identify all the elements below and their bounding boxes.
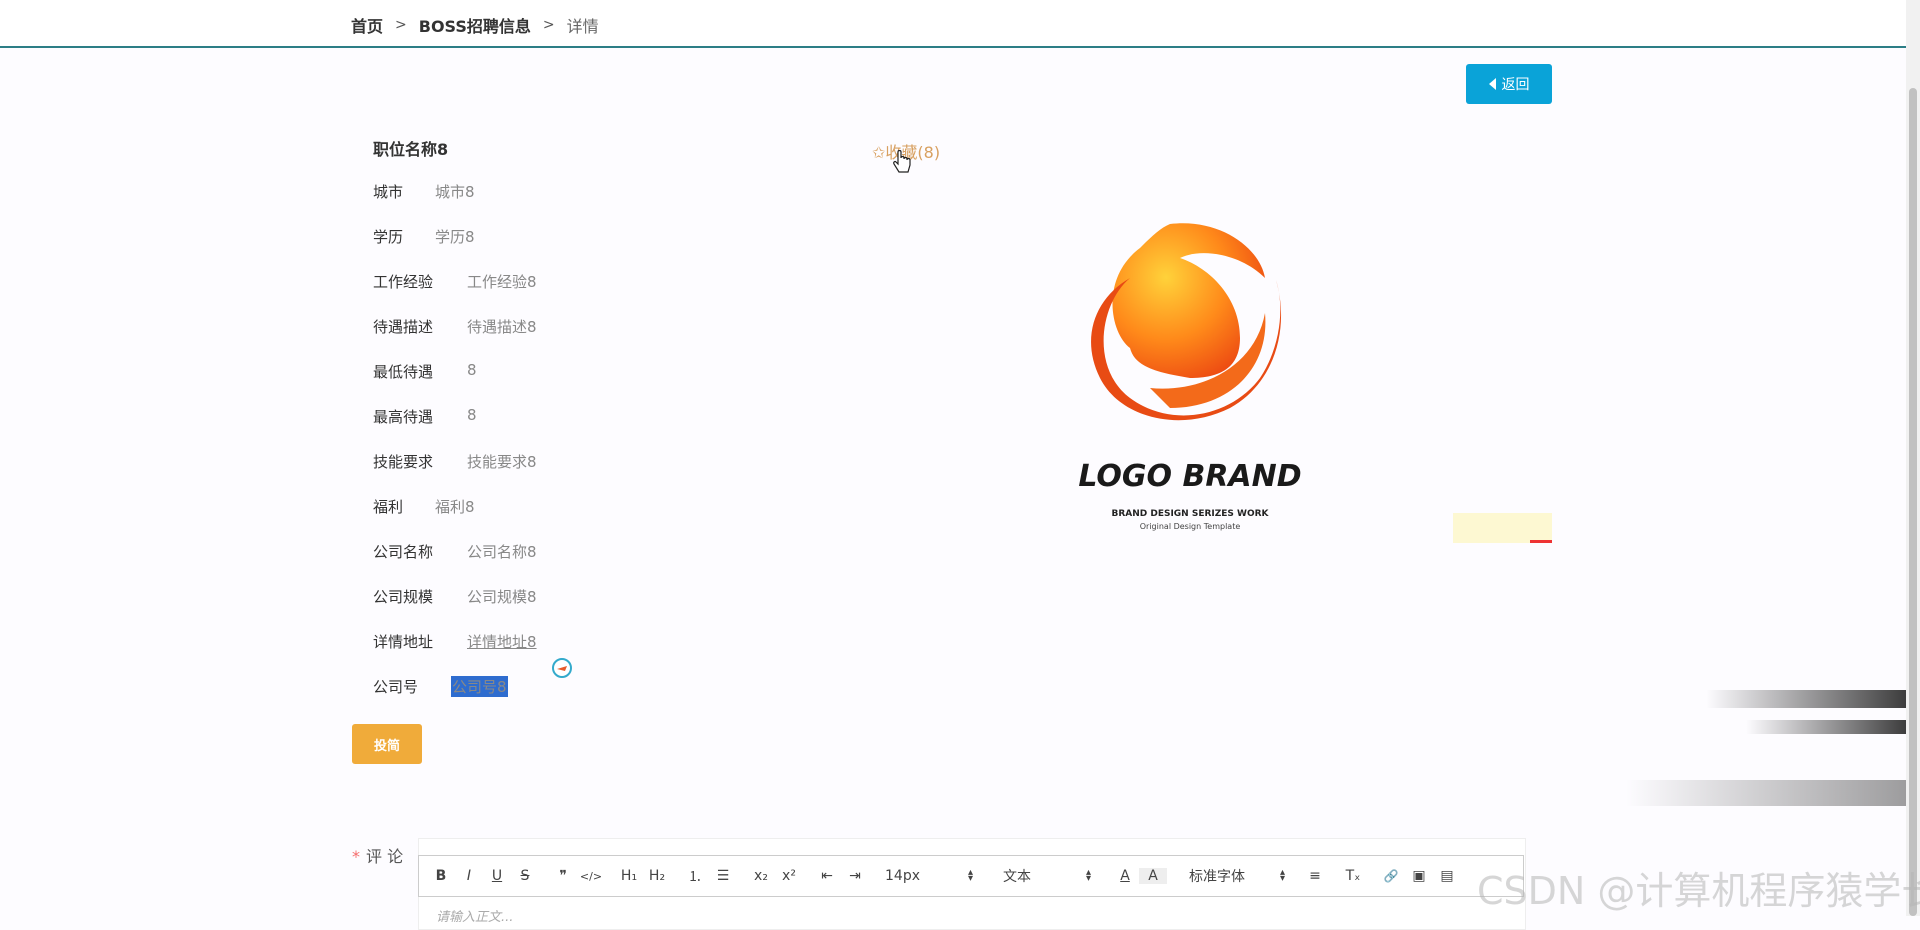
- logo-title: LOGO BRAND: [1078, 459, 1301, 494]
- font-family-value: 标准字体: [1189, 869, 1245, 885]
- field-value: 8: [467, 406, 477, 424]
- field-benefit-desc: 待遇描述 待遇描述8: [373, 316, 537, 337]
- link-icon[interactable]: 🔗: [1377, 869, 1405, 883]
- italic-button[interactable]: I: [455, 868, 483, 884]
- field-label: 工作经验: [373, 273, 434, 291]
- quote-icon[interactable]: ❞: [549, 868, 577, 884]
- field-company-no: 公司号 公司号8: [373, 676, 508, 697]
- logo-edge-highlight: [1453, 513, 1552, 543]
- superscript-button[interactable]: x²: [775, 868, 803, 884]
- field-value: 工作经验8: [467, 273, 537, 291]
- image-icon[interactable]: ▣: [1405, 868, 1433, 884]
- select-arrows-icon: ▴ ▾: [967, 867, 973, 884]
- comment-label-text: 评 论: [366, 847, 404, 866]
- hand-cursor-icon: [893, 150, 911, 173]
- logo-subtitle: BRAND DESIGN SERIZES WORK: [1111, 509, 1269, 519]
- field-label: 福利: [373, 498, 404, 516]
- job-title: 职位名称8: [373, 140, 449, 159]
- format-value: 文本: [1003, 869, 1031, 885]
- bold-button[interactable]: B: [427, 868, 455, 884]
- field-value: 技能要求8: [467, 453, 537, 471]
- field-label: 最低待遇: [373, 363, 434, 381]
- back-button[interactable]: 返回: [1466, 64, 1552, 104]
- field-company-name: 公司名称 公司名称8: [373, 541, 537, 562]
- breadcrumb-home[interactable]: 首页: [351, 13, 383, 37]
- subscript-button[interactable]: x₂: [747, 868, 775, 884]
- ordered-list-icon[interactable]: ⒈: [681, 866, 709, 886]
- back-button-label: 返回: [1501, 77, 1530, 93]
- field-value: 城市8: [435, 183, 475, 201]
- video-icon[interactable]: ▤: [1433, 868, 1461, 884]
- field-value: 公司名称8: [467, 543, 537, 561]
- logo-tagline: Original Design Template: [1140, 522, 1241, 531]
- field-label: 公司规模: [373, 588, 434, 606]
- field-company-size: 公司规模 公司规模8: [373, 586, 537, 607]
- company-logo: LOGO BRAND BRAND DESIGN SERIZES WORK Ori…: [1040, 218, 1340, 538]
- field-welfare: 福利 福利8: [373, 496, 475, 517]
- field-label: 待遇描述: [373, 318, 434, 336]
- watermark: CSDN @计算机程序猿学长: [1477, 869, 1920, 913]
- background-color-icon[interactable]: A: [1139, 868, 1167, 884]
- code-icon[interactable]: </>: [577, 870, 605, 883]
- indent-icon[interactable]: ⇥: [841, 868, 869, 884]
- clear-format-icon[interactable]: Tₓ: [1339, 868, 1367, 884]
- field-label: 公司号: [373, 678, 419, 696]
- back-arrow-icon: [1488, 78, 1496, 90]
- font-size-select[interactable]: 14px ▴ ▾: [885, 867, 973, 885]
- h2-button[interactable]: H₂: [643, 868, 671, 884]
- overlay-shadow: [1706, 690, 1906, 708]
- breadcrumb-boss-list[interactable]: BOSS招聘信息: [419, 13, 531, 37]
- apply-button[interactable]: 投简: [352, 724, 422, 764]
- field-value-selected: 公司号8: [451, 676, 508, 697]
- editor-toolbar: B I U S ❞ </> H₁ H₂ ⒈ ☰ x₂ x² ⇤ ⇥ 14px ▴…: [418, 855, 1524, 897]
- outdent-icon[interactable]: ⇤: [813, 868, 841, 884]
- scrollbar-thumb[interactable]: [1909, 88, 1917, 916]
- field-label: 技能要求: [373, 453, 434, 471]
- field-education: 学历 学历8: [373, 226, 475, 247]
- field-label: 学历: [373, 228, 404, 246]
- field-value: 福利8: [435, 498, 475, 516]
- job-info: 职位名称8 城市 城市8 学历 学历8 工作经验 工作经验8 待遇描述 待遇描述…: [373, 136, 537, 697]
- logo-flame-icon: LOGO BRAND BRAND DESIGN SERIZES WORK Ori…: [1078, 223, 1302, 531]
- format-select[interactable]: 文本 ▴ ▾: [1003, 866, 1091, 886]
- field-min-salary: 最低待遇 8: [373, 361, 477, 382]
- select-arrows-icon: ▴ ▾: [1085, 867, 1091, 884]
- field-value: 学历8: [435, 228, 475, 246]
- field-label: 城市: [373, 183, 404, 201]
- field-value: 待遇描述8: [467, 318, 537, 336]
- overlay-shadow: [1626, 780, 1906, 806]
- select-arrows-icon: ▴ ▾: [1279, 867, 1285, 884]
- bullet-list-icon[interactable]: ☰: [709, 868, 737, 884]
- field-value: 8: [467, 361, 477, 379]
- breadcrumb: 首页 > BOSS招聘信息 > 详情: [351, 13, 599, 37]
- h1-button[interactable]: H₁: [615, 868, 643, 884]
- field-value[interactable]: 详情地址8: [467, 631, 537, 652]
- font-family-select[interactable]: 标准字体 ▴ ▾: [1189, 866, 1285, 886]
- field-label: 公司名称: [373, 543, 434, 561]
- field-experience: 工作经验 工作经验8: [373, 271, 537, 292]
- field-max-salary: 最高待遇 8: [373, 406, 477, 427]
- breadcrumb-current: 详情: [566, 17, 599, 36]
- required-mark: *: [352, 847, 360, 866]
- field-label: 详情地址: [373, 633, 434, 651]
- field-label: 最高待遇: [373, 408, 434, 426]
- top-bar: 首页 > BOSS招聘信息 > 详情: [0, 0, 1906, 48]
- field-skills: 技能要求 技能要求8: [373, 451, 537, 472]
- breadcrumb-separator: >: [395, 17, 407, 33]
- overlay-shadow: [1746, 720, 1906, 734]
- breadcrumb-separator: >: [542, 17, 555, 33]
- comment-label: * 评 论: [352, 843, 403, 867]
- font-size-value: 14px: [885, 868, 920, 884]
- field-address: 详情地址 详情地址8: [373, 631, 537, 652]
- field-city: 城市 城市8: [373, 181, 475, 202]
- strike-button[interactable]: S: [511, 868, 539, 884]
- align-icon[interactable]: ≡: [1301, 868, 1329, 884]
- text-color-icon[interactable]: A: [1111, 868, 1139, 884]
- translate-icon[interactable]: [551, 657, 573, 679]
- field-value: 公司规模8: [467, 588, 537, 606]
- underline-button[interactable]: U: [483, 868, 511, 884]
